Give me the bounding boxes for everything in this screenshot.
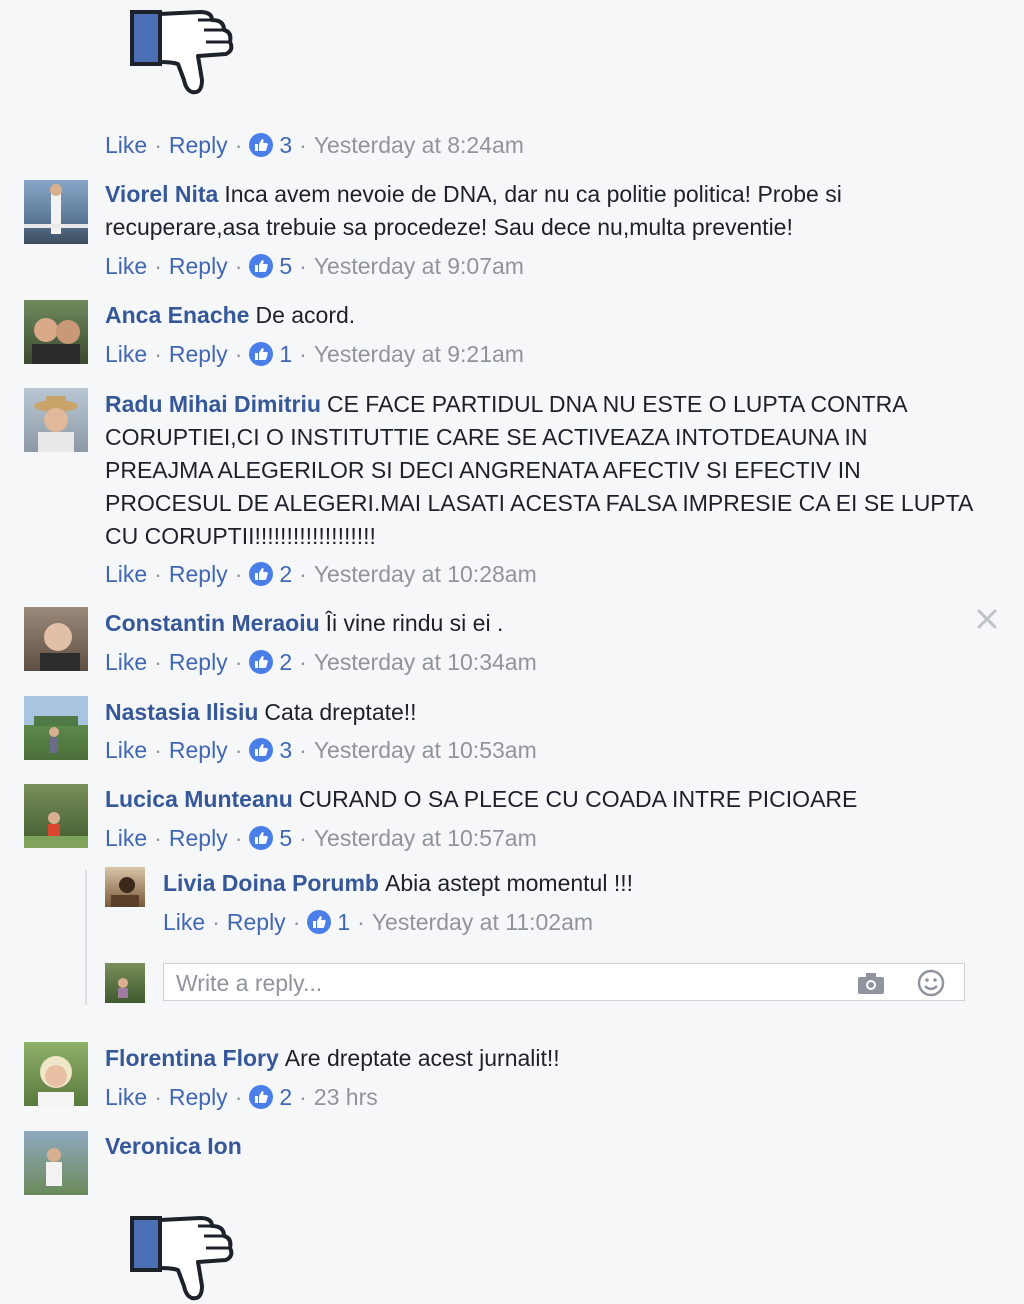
like-link[interactable]: Like — [105, 737, 147, 764]
like-badge-icon — [249, 133, 274, 157]
avatar[interactable] — [105, 867, 145, 907]
camera-icon[interactable] — [856, 969, 886, 997]
avatar[interactable] — [24, 388, 88, 452]
reply-link[interactable]: Reply — [169, 825, 228, 852]
reply-author[interactable]: Livia Doina Porumb — [163, 870, 379, 896]
like-count[interactable]: 5 — [279, 253, 292, 280]
comment-actions: Like · Reply · 1 · Yesterday at 9:21am — [105, 340, 524, 368]
comment-body: Nastasia Ilisiu Cata dreptate!! — [105, 696, 975, 729]
reply-link[interactable]: Reply — [169, 1084, 228, 1111]
close-icon[interactable] — [972, 604, 1002, 634]
reply-actions: Like · Reply · 1 · Yesterday at 11:02am — [163, 908, 594, 936]
current-user-avatar — [105, 963, 145, 1003]
timestamp[interactable]: Yesterday at 10:57am — [314, 825, 537, 852]
like-link[interactable]: Like — [105, 253, 147, 280]
avatar[interactable] — [24, 300, 88, 364]
like-link[interactable]: Like — [105, 341, 147, 368]
comment-actions: Like · Reply · 5 · Yesterday at 10:57am — [105, 824, 537, 852]
timestamp[interactable]: 23 hrs — [314, 1084, 378, 1111]
comment-author[interactable]: Florentina Flory — [105, 1045, 279, 1071]
like-link[interactable]: Like — [105, 132, 147, 159]
reply-body: Livia Doina Porumb Abia astept momentul !… — [163, 867, 963, 900]
like-count[interactable]: 1 — [337, 909, 350, 936]
comment-actions: Like · Reply · 2 · Yesterday at 10:28am — [105, 560, 537, 588]
comment-text: Îi vine rindu si ei . — [325, 610, 504, 636]
emoji-icon[interactable] — [916, 969, 946, 997]
timestamp[interactable]: Yesterday at 10:53am — [314, 737, 537, 764]
like-link[interactable]: Like — [105, 825, 147, 852]
like-count[interactable]: 3 — [279, 132, 292, 159]
comment-body: Veronica Ion — [105, 1130, 975, 1163]
like-count[interactable]: 5 — [279, 825, 292, 852]
comment-text: CURAND O SA PLECE CU COADA INTRE PICIOAR… — [298, 786, 858, 812]
avatar[interactable] — [24, 180, 88, 244]
comment-body: Viorel Nita Inca avem nevoie de DNA, dar … — [105, 178, 975, 244]
reply-text: Abia astept momentul !!! — [384, 870, 633, 896]
comment-body: Radu Mihai Dimitriu CE FACE PARTIDUL DNA … — [105, 388, 975, 553]
like-badge-icon — [249, 1085, 274, 1109]
like-badge-icon — [307, 910, 332, 934]
reply-thread-rail — [85, 870, 87, 1005]
comment-author[interactable]: Veronica Ion — [105, 1133, 242, 1159]
comment-actions: Like · Reply · 3 · Yesterday at 10:53am — [105, 736, 537, 764]
like-badge-icon — [249, 342, 274, 366]
dislike-thumb-icon — [128, 1212, 238, 1304]
like-link[interactable]: Like — [105, 649, 147, 676]
like-link[interactable]: Like — [105, 561, 147, 588]
timestamp[interactable]: Yesterday at 9:21am — [314, 341, 524, 368]
comment-author[interactable]: Lucica Munteanu — [105, 786, 293, 812]
reply-link[interactable]: Reply — [227, 909, 286, 936]
comment-actions: Like · Reply · 5 · Yesterday at 9:07am — [105, 252, 524, 280]
comment-body: Florentina Flory Are dreptate acest jurna… — [105, 1042, 975, 1075]
like-badge-icon — [249, 254, 274, 278]
reply-input[interactable] — [174, 968, 828, 998]
timestamp[interactable]: Yesterday at 9:07am — [314, 253, 524, 280]
comment-author[interactable]: Constantin Meraoiu — [105, 610, 320, 636]
like-link[interactable]: Like — [105, 1084, 147, 1111]
timestamp[interactable]: Yesterday at 10:34am — [314, 649, 537, 676]
comment-author[interactable]: Viorel Nita — [105, 181, 218, 207]
like-badge-icon — [249, 738, 274, 762]
post-actions: Like · Reply · 3 · Yesterday at 8:24am — [105, 131, 524, 159]
timestamp[interactable]: Yesterday at 10:28am — [314, 561, 537, 588]
avatar[interactable] — [24, 696, 88, 760]
reply-link[interactable]: Reply — [169, 737, 228, 764]
reply-link[interactable]: Reply — [169, 341, 228, 368]
comment-actions: Like · Reply · 2 · 23 hrs — [105, 1083, 378, 1111]
comment-body: Constantin Meraoiu Îi vine rindu si ei . — [105, 607, 975, 640]
like-count[interactable]: 3 — [279, 737, 292, 764]
avatar[interactable] — [24, 1042, 88, 1106]
like-count[interactable]: 2 — [279, 561, 292, 588]
timestamp[interactable]: Yesterday at 11:02am — [372, 909, 593, 936]
like-badge-icon — [249, 562, 274, 586]
like-link[interactable]: Like — [163, 909, 205, 936]
comment-author[interactable]: Anca Enache — [105, 302, 249, 328]
like-badge-icon — [249, 826, 274, 850]
like-count[interactable]: 1 — [279, 341, 292, 368]
comment-author[interactable]: Radu Mihai Dimitriu — [105, 391, 321, 417]
reply-link[interactable]: Reply — [169, 253, 228, 280]
reply-link[interactable]: Reply — [169, 561, 228, 588]
avatar[interactable] — [24, 784, 88, 848]
comment-body: Lucica Munteanu CURAND O SA PLECE CU COAD… — [105, 783, 975, 816]
like-badge-icon — [249, 650, 274, 674]
reply-composer[interactable] — [163, 963, 965, 1001]
like-count[interactable]: 2 — [279, 649, 292, 676]
comment-text: Are dreptate acest jurnalit!! — [284, 1045, 560, 1071]
reply-link[interactable]: Reply — [169, 132, 228, 159]
avatar[interactable] — [24, 1131, 88, 1195]
comment-text: Cata dreptate!! — [264, 699, 417, 725]
comment-text: De acord. — [255, 302, 356, 328]
timestamp[interactable]: Yesterday at 8:24am — [314, 132, 524, 159]
reply-link[interactable]: Reply — [169, 649, 228, 676]
comment-actions: Like · Reply · 2 · Yesterday at 10:34am — [105, 648, 537, 676]
comment-body: Anca Enache De acord. — [105, 299, 975, 332]
comment-author[interactable]: Nastasia Ilisiu — [105, 699, 258, 725]
avatar[interactable] — [24, 607, 88, 671]
dislike-thumb-icon — [128, 6, 238, 98]
like-count[interactable]: 2 — [279, 1084, 292, 1111]
